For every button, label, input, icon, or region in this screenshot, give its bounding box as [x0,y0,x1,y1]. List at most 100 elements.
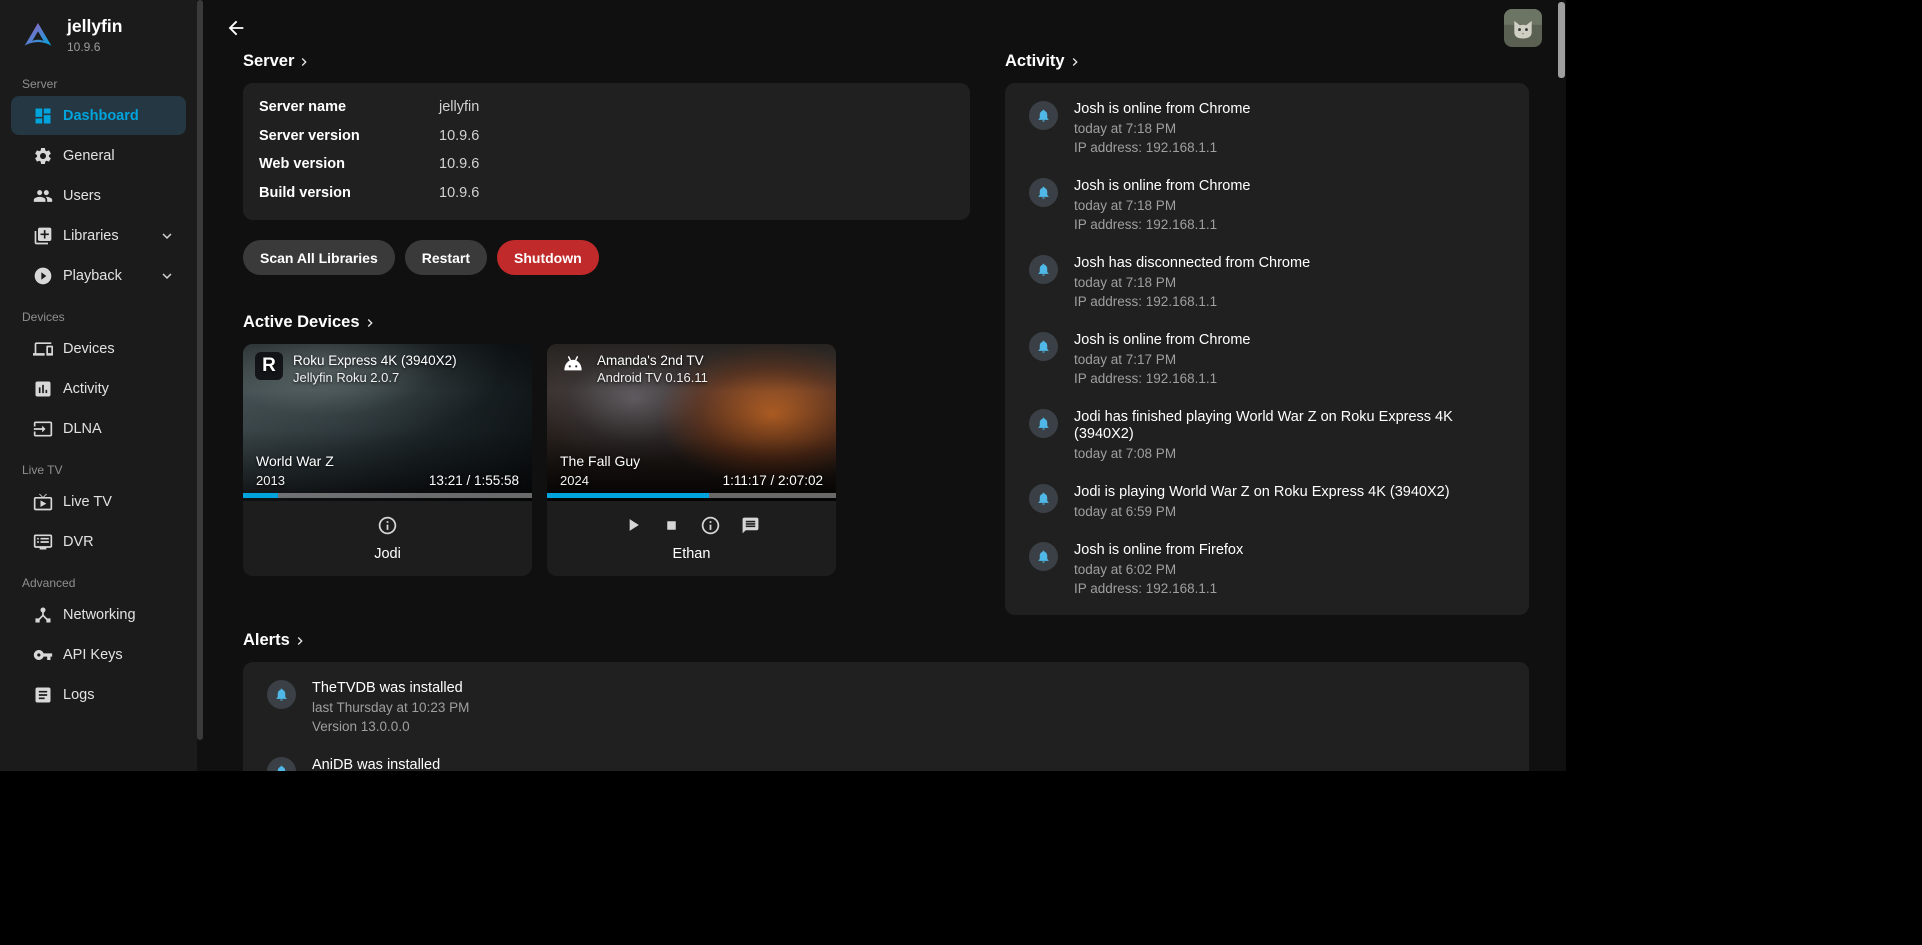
back-button[interactable] [222,14,250,42]
sidebar-section-livetv: Live TV [0,463,197,477]
now-playing-backdrop: Amanda's 2nd TV Android TV 0.16.11 The F… [547,344,836,501]
chevron-down-icon [158,267,176,285]
sidebar-item-networking[interactable]: Networking [11,595,186,634]
session-stop-button[interactable] [663,517,680,534]
session-card-android-tv[interactable]: Amanda's 2nd TV Android TV 0.16.11 The F… [547,344,836,576]
alerts-card: TheTVDB was installed last Thursday at 1… [243,662,1529,771]
alerts-heading-label: Alerts [243,631,290,650]
android-tv-icon [559,352,587,380]
activity-time: today at 7:18 PM [1074,197,1251,214]
alerts-heading[interactable]: Alerts [243,631,1529,650]
alert-entry[interactable]: TheTVDB was installed last Thursday at 1… [243,669,1529,746]
sidebar-item-libraries[interactable]: Libraries [11,216,186,255]
bell-icon [1029,542,1058,571]
main-content: Server Server name jellyfin Server versi… [204,0,1566,771]
key-icon [33,645,53,665]
media-time: 1:11:17 / 2:07:02 [723,473,823,488]
live-tv-icon [33,492,53,512]
activity-entry[interactable]: Josh is online from Firefox today at 6:0… [1005,531,1529,608]
session-info-button[interactable] [377,515,398,536]
sidebar-item-dlna[interactable]: DLNA [11,409,186,448]
sidebar-item-devices[interactable]: Devices [11,329,186,368]
chevron-down-icon [158,227,176,245]
logs-icon [33,685,53,705]
row-label: Web version [259,150,439,179]
server-section-heading[interactable]: Server [243,52,970,71]
activity-heading[interactable]: Activity [1005,52,1529,71]
activity-ip: IP address: 192.168.1.1 [1074,370,1251,387]
alert-entry[interactable]: AniDB was installed [243,746,1529,771]
sidebar-item-logs[interactable]: Logs [11,675,186,714]
media-year: 2024 [560,473,640,488]
bell-icon [1029,484,1058,513]
activity-entry[interactable]: Jodi has finished playing World War Z on… [1005,398,1529,473]
activity-ip: IP address: 192.168.1.1 [1074,139,1251,156]
activity-heading-label: Activity [1005,52,1065,71]
server-version-row: Server version 10.9.6 [259,122,954,151]
playback-progress-bar [243,493,532,498]
bell-icon [1029,101,1058,130]
sidebar-section-server: Server [0,77,197,91]
page-scrollbar-thumb[interactable] [1558,2,1565,78]
roku-letter: R [262,355,276,377]
sidebar-item-activity[interactable]: Activity [11,369,186,408]
network-hub-icon [33,605,53,625]
sidebar-item-general[interactable]: General [11,136,186,175]
activity-time: today at 7:17 PM [1074,351,1251,368]
playback-progress-fill [547,493,709,498]
sidebar-scrollbar-thumb[interactable] [197,0,203,740]
activity-title: Jodi has finished playing World War Z on… [1074,409,1513,443]
session-user: Jodi [243,546,532,562]
sidebar-item-live-tv[interactable]: Live TV [11,482,186,521]
sidebar-item-api-keys[interactable]: API Keys [11,635,186,674]
row-value: 10.9.6 [439,122,479,151]
app-version: 10.9.6 [67,40,122,54]
bell-icon [267,757,296,771]
sidebar-item-playback[interactable]: Playback [11,256,186,295]
roku-icon: R [255,352,283,380]
sidebar-item-label: API Keys [63,647,123,663]
restart-button[interactable]: Restart [405,240,487,275]
active-devices-heading[interactable]: Active Devices [243,313,970,332]
row-value: jellyfin [439,93,479,122]
alert-time: last Thursday at 10:23 PM [312,699,469,716]
web-version-row: Web version 10.9.6 [259,150,954,179]
gear-icon [33,146,53,166]
sidebar-item-dashboard[interactable]: Dashboard [11,96,186,135]
scan-all-libraries-button[interactable]: Scan All Libraries [243,240,395,275]
sidebar-item-users[interactable]: Users [11,176,186,215]
activity-ip: IP address: 192.168.1.1 [1074,293,1310,310]
sidebar-item-dvr[interactable]: DVR [11,522,186,561]
session-footer: Ethan [547,501,836,576]
avatar-image [1504,9,1542,47]
app-title: jellyfin [67,16,122,37]
alert-title: AniDB was installed [312,757,440,771]
alerts-section: Alerts TheTVDB was installed last Thursd… [243,631,1529,771]
session-info-button[interactable] [700,515,721,536]
build-version-row: Build version 10.9.6 [259,179,954,208]
activity-entry[interactable]: Josh has disconnected from Chrome today … [1005,244,1529,321]
sidebar-item-label: General [63,148,115,164]
sidebar-item-label: Logs [63,687,94,703]
shutdown-button[interactable]: Shutdown [497,240,599,275]
activity-column: Activity Josh is online from Chrome toda… [1005,52,1529,615]
info-icon [377,515,398,536]
dashboard-icon [33,106,53,126]
jellyfin-logo-icon [22,19,54,51]
active-devices-heading-label: Active Devices [243,313,360,332]
user-avatar[interactable] [1504,9,1542,47]
session-play-button[interactable] [623,515,643,535]
activity-entry[interactable]: Jodi is playing World War Z on Roku Expr… [1005,473,1529,531]
activity-ip: IP address: 192.168.1.1 [1074,216,1251,233]
activity-entry[interactable]: Josh is online from Chrome today at 7:18… [1005,90,1529,167]
bell-icon [1029,332,1058,361]
sidebar-scrollbar[interactable] [197,0,204,771]
activity-title: Josh is online from Firefox [1074,542,1243,559]
activity-title: Josh is online from Chrome [1074,332,1251,349]
session-message-button[interactable] [741,516,760,535]
media-year: 2013 [256,473,334,488]
activity-entry[interactable]: Josh is online from Chrome today at 7:18… [1005,167,1529,244]
activity-card: Josh is online from Chrome today at 7:18… [1005,83,1529,615]
session-card-roku[interactable]: R Roku Express 4K (3940X2) Jellyfin Roku… [243,344,532,576]
activity-entry[interactable]: Josh is online from Chrome today at 7:17… [1005,321,1529,398]
